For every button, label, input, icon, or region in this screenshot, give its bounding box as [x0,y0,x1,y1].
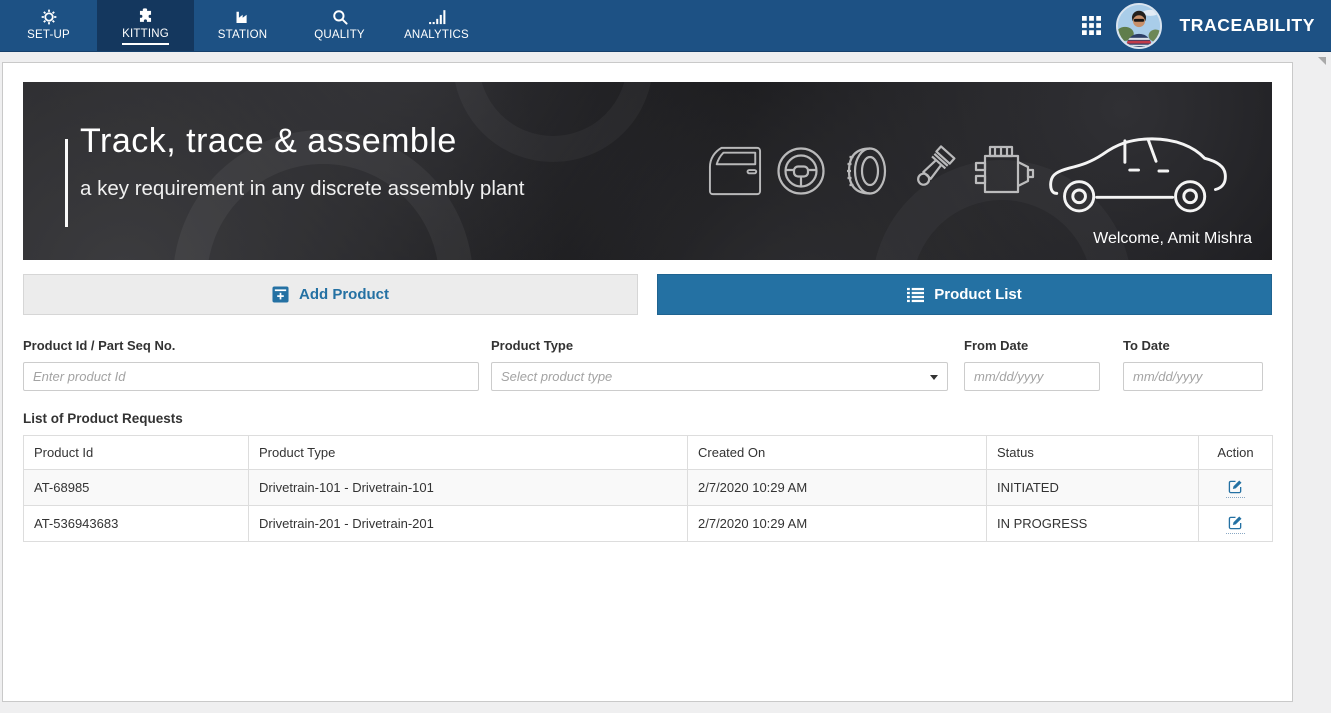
col-action: Action [1198,435,1273,470]
gear-icon [40,7,58,26]
cell-status: INITIATED [986,469,1199,506]
product-id-label: Product Id / Part Seq No. [23,338,176,353]
cell-product-id: AT-536943683 [23,505,249,542]
tab-quality[interactable]: QUALITY [291,0,388,51]
chevron-down-icon [930,375,938,380]
app-title: TRACEABILITY [1179,15,1315,35]
banner-icon-strip [706,106,1232,236]
from-date-field: From Date [964,338,1100,391]
add-product-button[interactable]: Add Product [23,274,638,315]
col-product-id: Product Id [23,435,249,470]
navbar-right: TRACEABILITY [1082,0,1331,51]
banner-decor [453,82,653,162]
avatar[interactable] [1116,2,1163,49]
tab-analytics[interactable]: ANALYTICS [388,0,485,51]
cell-product-type: Drivetrain-201 - Drivetrain-201 [248,505,688,542]
cell-created-on: 2/7/2020 10:29 AM [687,469,987,506]
tire-icon [838,145,892,197]
tab-label: STATION [217,29,268,41]
tab-label: SET-UP [27,29,70,41]
cell-status: IN PROGRESS [986,505,1199,542]
tab-setup[interactable]: SET-UP [0,0,97,51]
tab-station[interactable]: STATION [194,0,291,51]
piston-icon [903,143,959,199]
edit-icon[interactable] [1226,513,1245,534]
to-date-label: To Date [1123,338,1170,353]
product-list-label: Product List [934,286,1022,303]
tab-label: KITTING [122,28,169,45]
product-type-placeholder: Select product type [501,369,613,384]
col-product-type: Product Type [248,435,688,470]
product-type-label: Product Type [491,338,574,353]
from-date-input[interactable] [964,362,1100,391]
product-list-button[interactable]: Product List [657,274,1272,315]
col-status: Status [986,435,1199,470]
from-date-label: From Date [964,338,1029,353]
list-icon [907,287,925,303]
cell-product-type: Drivetrain-101 - Drivetrain-101 [248,469,688,506]
cell-created-on: 2/7/2020 10:29 AM [687,505,987,542]
product-id-input[interactable] [23,362,479,391]
edit-icon[interactable] [1226,477,1245,498]
table-row: AT-536943683 Drivetrain-201 - Drivetrain… [23,505,1273,542]
product-type-select[interactable]: Select product type [491,362,948,391]
list-title: List of Product Requests [23,411,183,426]
banner-title: Track, trace & assemble [80,122,457,160]
steering-wheel-icon [775,145,827,197]
add-box-icon [272,286,289,303]
factory-icon [233,7,252,26]
to-date-field: To Date [1123,338,1263,391]
add-product-label: Add Product [299,286,389,303]
tab-kitting[interactable]: KITTING [97,0,194,51]
tab-label: QUALITY [314,29,365,41]
magnifier-icon [331,7,349,26]
cell-product-id: AT-68985 [23,469,249,506]
table-row: AT-68985 Drivetrain-101 - Drivetrain-101… [23,469,1273,506]
hero-banner: Track, trace & assemble a key requiremen… [23,82,1272,260]
puzzle-icon [136,6,155,25]
content-card: Track, trace & assemble a key requiremen… [2,62,1293,702]
banner-subtitle: a key requirement in any discrete assemb… [80,177,525,200]
bar-chart-icon [427,7,447,26]
product-id-field: Product Id / Part Seq No. [23,338,479,391]
banner-accent-bar [65,139,68,227]
filter-row: Product Id / Part Seq No. Product Type S… [23,338,1272,391]
car-icon [1047,117,1232,225]
car-door-icon [706,144,764,198]
top-navbar: SET-UP KITTING STATION QUALITY ANALYTICS… [0,0,1331,52]
action-button-row: Add Product Product List [23,274,1272,315]
resize-corner-icon [1318,57,1326,65]
to-date-input[interactable] [1123,362,1263,391]
apps-grid-icon[interactable] [1082,16,1102,35]
col-created-on: Created On [687,435,987,470]
product-type-field: Product Type Select product type [491,338,948,391]
engine-icon [970,142,1036,200]
tab-label: ANALYTICS [404,29,469,41]
table-header-row: Product Id Product Type Created On Statu… [23,435,1273,470]
product-requests-table: Product Id Product Type Created On Statu… [23,435,1273,542]
welcome-text: Welcome, Amit Mishra [1093,230,1252,247]
